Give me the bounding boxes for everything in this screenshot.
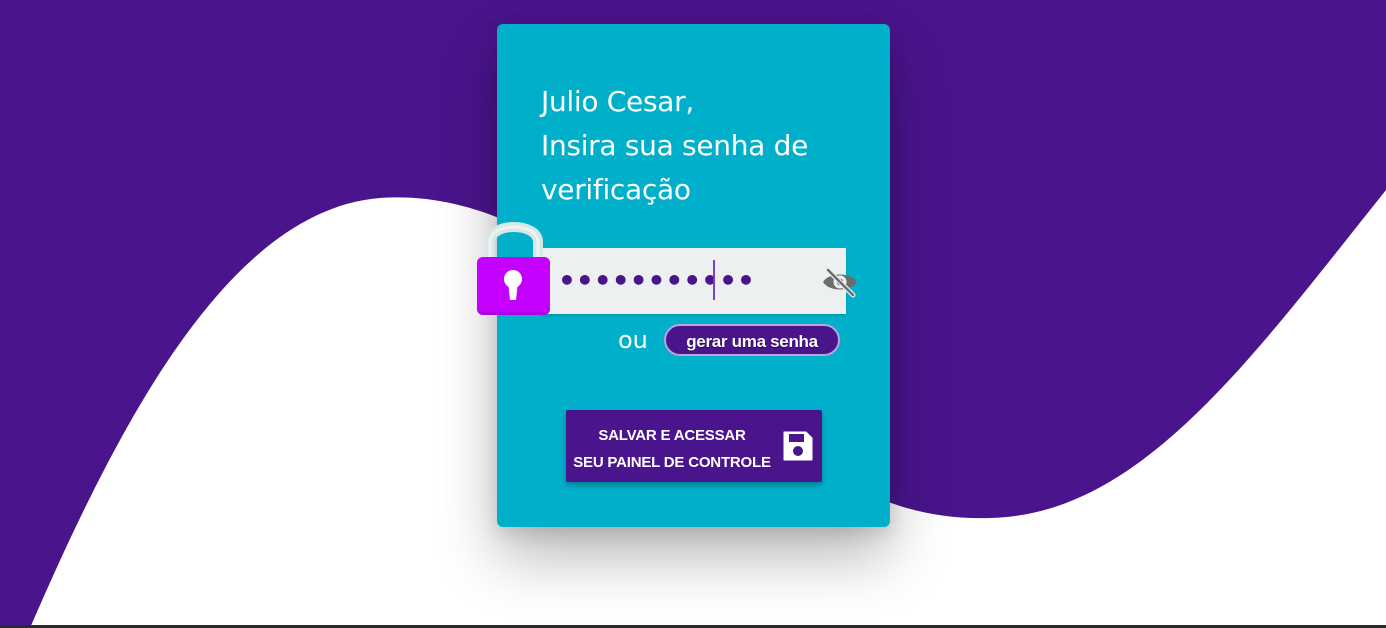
save-button-label: SALVAR E ACESSAR SEU PAINEL DE CONTROLE	[566, 422, 778, 476]
generate-password-button[interactable]: gerar uma senha	[664, 324, 840, 356]
save-button-line-2: SEU PAINEL DE CONTROLE	[573, 454, 771, 471]
instruction-line: Insira sua senha de	[541, 129, 808, 162]
floppy-disk-icon	[783, 431, 813, 461]
password-field[interactable]	[540, 248, 857, 314]
padlock-icon	[477, 222, 550, 315]
greeting-name: Julio Cesar,	[541, 85, 694, 118]
save-and-access-button[interactable]: SALVAR E ACESSAR SEU PAINEL DE CONTROLE	[566, 410, 822, 482]
instruction-line-2: verificação	[541, 173, 691, 206]
password-input[interactable]	[558, 258, 758, 302]
save-button-line-1: SALVAR E ACESSAR	[598, 427, 746, 444]
eye-off-icon[interactable]	[820, 266, 860, 298]
verification-card: Julio Cesar, Insira sua senha de verific…	[477, 24, 890, 527]
or-label: ou	[618, 326, 648, 354]
text-cursor	[713, 260, 715, 300]
page-title: Julio Cesar, Insira sua senha de verific…	[541, 80, 871, 212]
